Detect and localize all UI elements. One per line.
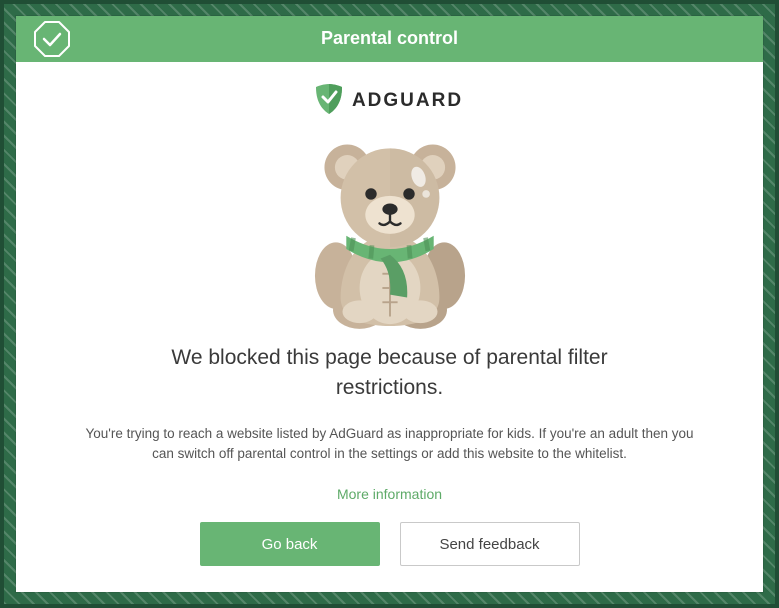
dialog-content: ADGUARD <box>16 62 763 592</box>
block-headline: We blocked this page because of parental… <box>130 343 650 404</box>
more-information-link[interactable]: More information <box>337 486 442 502</box>
block-subtext: You're trying to reach a website listed … <box>80 424 700 465</box>
brand-name: ADGUARD <box>352 90 463 112</box>
brand-logo: ADGUARD <box>316 84 463 119</box>
button-row: Go back Send feedback <box>200 522 580 566</box>
check-octagon-icon <box>34 21 70 57</box>
bear-illustration <box>295 131 485 331</box>
go-back-button[interactable]: Go back <box>200 522 380 566</box>
dialog-header: Parental control <box>16 16 763 62</box>
send-feedback-button[interactable]: Send feedback <box>400 522 580 566</box>
shield-icon <box>316 84 342 119</box>
dialog-title: Parental control <box>321 28 458 49</box>
dialog-panel: Parental control ADGUARD <box>16 16 763 592</box>
